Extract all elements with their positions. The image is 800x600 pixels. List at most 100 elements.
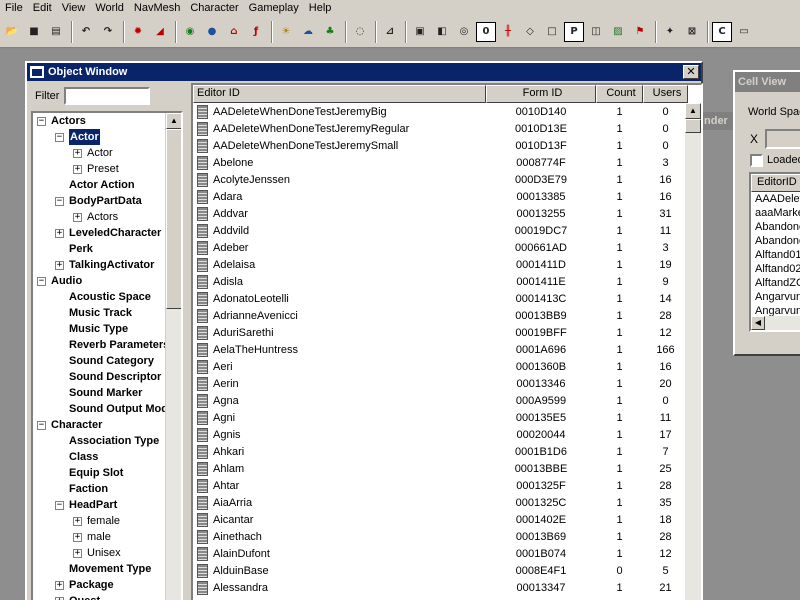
havok-icon[interactable]: ⌂ bbox=[224, 21, 244, 42]
list-item[interactable]: Abandone bbox=[751, 234, 800, 248]
marker-box-icon[interactable]: ◧ bbox=[432, 21, 452, 42]
fx-icon[interactable]: ƒ bbox=[246, 21, 266, 42]
table-row[interactable]: Ahkari 0001B1D6 1 7 bbox=[193, 443, 688, 460]
c-icon[interactable]: C bbox=[712, 21, 732, 42]
tree-node[interactable]: + female bbox=[33, 513, 169, 529]
table-row[interactable]: Aeri 0001360B 1 16 bbox=[193, 358, 688, 375]
tree-node[interactable]: − Actors bbox=[33, 113, 169, 129]
tree-node[interactable]: Faction bbox=[33, 481, 169, 497]
list-item[interactable]: AAADelet bbox=[751, 192, 800, 206]
object-window-titlebar[interactable]: Object Window bbox=[27, 63, 701, 81]
split-icon[interactable]: ╫ bbox=[498, 21, 518, 42]
sky-icon[interactable]: ☁ bbox=[298, 21, 318, 42]
list-item[interactable]: Abandone bbox=[751, 220, 800, 234]
expand-icon[interactable]: + bbox=[73, 549, 82, 558]
tree-node[interactable]: Perk bbox=[33, 241, 169, 257]
cell-view-title[interactable]: Cell View bbox=[735, 72, 800, 92]
light-icon[interactable]: ☀ bbox=[276, 21, 296, 42]
select-icon[interactable]: ✹ bbox=[128, 21, 148, 42]
zero-icon[interactable]: 0 bbox=[476, 21, 496, 42]
tree-node[interactable]: + Package bbox=[33, 577, 169, 593]
tree-node[interactable]: Equip Slot bbox=[33, 465, 169, 481]
tree-scroll-thumb[interactable] bbox=[166, 129, 181, 309]
table-row[interactable]: AdrianneAvenicci 00013BB9 1 28 bbox=[193, 307, 688, 324]
open-icon[interactable]: 📂 bbox=[2, 21, 22, 42]
list-item[interactable]: Alftand01 bbox=[751, 248, 800, 262]
table-row[interactable]: Ahlam 00013BBE 1 25 bbox=[193, 460, 688, 477]
expand-icon[interactable]: + bbox=[73, 149, 82, 158]
column-header-count[interactable]: Count bbox=[596, 85, 643, 103]
table-row[interactable]: Alessandra 00013347 1 21 bbox=[193, 579, 688, 596]
tree-node[interactable]: Actor Action bbox=[33, 177, 169, 193]
dialog-icon[interactable]: ◌ bbox=[350, 21, 370, 42]
menu-gameplay[interactable]: Gameplay bbox=[244, 1, 304, 15]
tree-node[interactable]: Acoustic Space bbox=[33, 289, 169, 305]
tree-node[interactable]: Sound Marker bbox=[33, 385, 169, 401]
table-row[interactable]: AADeleteWhenDoneTestJeremyBig 0010D140 1 0 bbox=[193, 103, 688, 120]
menu-navmesh[interactable]: NavMesh bbox=[129, 1, 185, 15]
scroll-up-arrow-icon[interactable]: ▲ bbox=[685, 103, 701, 119]
table-row[interactable]: Addvild 00019DC7 1 11 bbox=[193, 222, 688, 239]
tree-node[interactable]: Movement Type bbox=[33, 561, 169, 577]
cube-icon[interactable]: ◇ bbox=[520, 21, 540, 42]
table-row[interactable]: Addvar 00013255 1 31 bbox=[193, 205, 688, 222]
tree-node[interactable]: Association Type bbox=[33, 433, 169, 449]
close-button[interactable]: ✕ bbox=[683, 65, 699, 79]
collapse-icon[interactable]: − bbox=[37, 421, 46, 430]
tree-node[interactable]: Sound Output Model bbox=[33, 401, 177, 417]
menu-help[interactable]: Help bbox=[304, 1, 337, 15]
list-scrollbar[interactable]: ▲ bbox=[685, 103, 701, 600]
q-icon[interactable]: ◫ bbox=[586, 21, 606, 42]
tree-node[interactable]: + TalkingActivator bbox=[33, 257, 169, 273]
list-item[interactable]: Alftand02 bbox=[751, 262, 800, 276]
table-row[interactable]: Ainethach 00013B69 1 28 bbox=[193, 528, 688, 545]
undo-icon[interactable]: ↶ bbox=[76, 21, 96, 42]
menu-character[interactable]: Character bbox=[185, 1, 243, 15]
column-header-users[interactable]: Users bbox=[643, 85, 688, 103]
menu-world[interactable]: World bbox=[90, 1, 129, 15]
table-row[interactable]: Adara 00013385 1 16 bbox=[193, 188, 688, 205]
tree-node[interactable]: + LeveledCharacter bbox=[33, 225, 169, 241]
table-row[interactable]: Aerin 00013346 1 20 bbox=[193, 375, 688, 392]
expand-icon[interactable]: + bbox=[55, 261, 64, 270]
tree-node[interactable]: − Character bbox=[33, 417, 169, 433]
window-icon[interactable]: ▭ bbox=[734, 21, 754, 42]
list-item[interactable]: AlftandZC bbox=[751, 276, 800, 290]
collapse-icon[interactable]: − bbox=[55, 501, 64, 510]
tree-node[interactable]: Reverb Parameters bbox=[33, 337, 169, 353]
table-row[interactable]: Adeber 000661AD 1 3 bbox=[193, 239, 688, 256]
menu-file[interactable]: File bbox=[0, 1, 28, 15]
tree-node[interactable]: + Actors bbox=[33, 209, 169, 225]
landscape-icon[interactable]: ◉ bbox=[180, 21, 200, 42]
table-row[interactable]: Abelone 0008774F 1 3 bbox=[193, 154, 688, 171]
tree-node[interactable]: Music Track bbox=[33, 305, 169, 321]
menu-edit[interactable]: Edit bbox=[28, 1, 57, 15]
table-row[interactable]: Agnis 00020044 1 17 bbox=[193, 426, 688, 443]
table-row[interactable]: AlainDufont 0001B074 1 12 bbox=[193, 545, 688, 562]
list-scroll-thumb[interactable] bbox=[685, 119, 701, 133]
redo-icon[interactable]: ↷ bbox=[98, 21, 118, 42]
tree-node[interactable]: + Unisex bbox=[33, 545, 169, 561]
table-row[interactable]: AduriSarethi 00019BFF 1 12 bbox=[193, 324, 688, 341]
table-row[interactable]: AlduinBase 0008E4F1 0 5 bbox=[193, 562, 688, 579]
table-row[interactable]: Adisla 0001411E 1 9 bbox=[193, 273, 688, 290]
tree-node[interactable]: Music Type bbox=[33, 321, 169, 337]
tree-node[interactable]: − BodyPartData bbox=[33, 193, 169, 209]
box-icon[interactable]: ▣ bbox=[410, 21, 430, 42]
tree-node[interactable]: Sound Descriptor bbox=[33, 369, 169, 385]
cell-horizontal-scrollbar[interactable]: ◀ bbox=[751, 316, 800, 330]
flag-icon[interactable]: ⚑ bbox=[630, 21, 650, 42]
table-row[interactable]: Agna 000A9599 1 0 bbox=[193, 392, 688, 409]
table-row[interactable]: AcolyteJenssen 000D3E79 1 16 bbox=[193, 171, 688, 188]
render-window-title[interactable]: nder bbox=[703, 112, 735, 130]
table-row[interactable]: Ahtar 0001325F 1 28 bbox=[193, 477, 688, 494]
tree-node[interactable]: − Actor bbox=[33, 129, 169, 145]
preferences-icon[interactable]: ▤ bbox=[46, 21, 66, 42]
expand-icon[interactable]: + bbox=[55, 581, 64, 590]
collapse-icon[interactable]: − bbox=[37, 117, 46, 126]
collapse-icon[interactable]: − bbox=[37, 277, 46, 286]
square-icon[interactable]: □ bbox=[542, 21, 562, 42]
circle-marker-icon[interactable]: ◎ bbox=[454, 21, 474, 42]
picture-icon[interactable]: ▨ bbox=[608, 21, 628, 42]
save-icon[interactable]: ■ bbox=[24, 21, 44, 42]
